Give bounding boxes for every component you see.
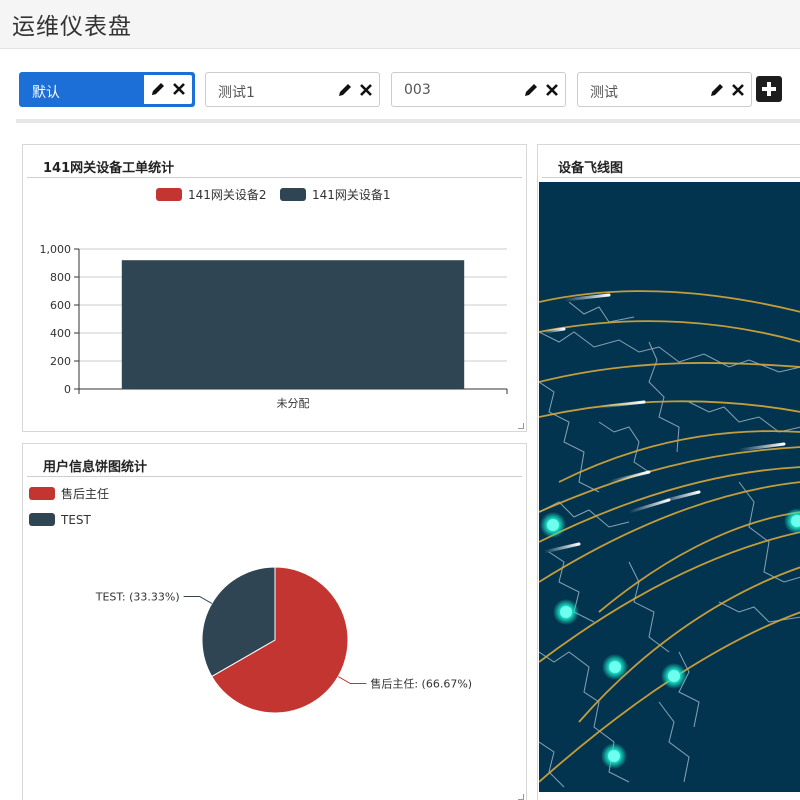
divider [16,119,800,123]
close-icon[interactable] [357,81,375,99]
pencil-icon[interactable] [149,80,167,98]
close-icon[interactable] [729,81,747,99]
close-icon[interactable] [543,81,561,99]
dashboard-tabs: 默认 测试1 003 测试 [0,72,800,108]
pie-label: TEST: (33.33%) [95,590,180,603]
y-tick-label: 600 [50,299,71,312]
device-flight-map-panel: 设备飞线图 [537,144,800,800]
y-tick-label: 1,000 [40,243,72,256]
tab-actions [144,75,192,104]
close-icon[interactable] [170,80,188,98]
legend-label[interactable]: 售后主任 [61,486,109,501]
tab-label: 003 [404,82,431,98]
tab-test1[interactable]: 测试1 [205,72,380,107]
flight-map[interactable] [539,182,800,792]
panel-title: 用户信息饼图统计 [43,460,148,475]
plus-icon [762,82,776,96]
legend-swatch[interactable] [280,188,306,201]
pencil-icon[interactable] [522,81,540,99]
pie-label-line [183,595,213,604]
y-tick-label: 0 [64,383,71,396]
tab-label: 测试1 [218,85,255,101]
map-background [539,182,800,792]
legend-label[interactable]: 141网关设备2 [188,188,267,202]
pencil-icon[interactable] [336,81,354,99]
tab-default[interactable]: 默认 [19,72,195,107]
legend-label[interactable]: 141网关设备1 [312,188,391,202]
legend-swatch[interactable] [29,487,55,500]
panel-title: 设备飞线图 [558,161,624,176]
pencil-icon[interactable] [708,81,726,99]
resize-handle[interactable] [518,794,524,800]
page-header: 运维仪表盘 [0,0,800,49]
tab-label: 测试 [590,85,618,101]
tab-003[interactable]: 003 [391,72,566,107]
pie-label: 售后主任: (66.67%) [370,677,472,691]
tab-label: 默认 [32,85,60,101]
panel-title: 141网关设备工单统计 [43,161,175,176]
resize-handle[interactable] [518,423,524,429]
y-tick-label: 200 [50,355,71,368]
pie-chart: 售后主任 TEST 售后主任: (66.67%) TEST: (33.33%) [29,486,472,714]
page-title: 运维仪表盘 [12,14,132,40]
user-info-pie-panel: 用户信息饼图统计 售后主任 TEST 售后主任: (66.67%) TEST: (33… [22,443,527,800]
add-tab-button[interactable] [756,76,782,102]
gateway-ticket-panel: 141网关设备工单统计 141网关设备2 141网关设备1 0 200 400 600 80… [22,144,527,432]
tab-test[interactable]: 测试 [577,72,752,107]
panel-title-divider [27,476,522,477]
bar[interactable] [121,260,465,389]
y-tick-label: 800 [50,271,71,284]
panel-title-divider [542,177,800,178]
panel-title-divider [27,177,522,178]
bar-chart: 141网关设备2 141网关设备1 0 200 400 600 800 1,000 未分配 [40,188,508,410]
legend-swatch[interactable] [156,188,182,201]
x-tick-label: 未分配 [277,397,310,410]
y-tick-label: 400 [50,327,71,340]
legend-swatch[interactable] [29,513,55,526]
legend-label[interactable]: TEST [60,513,92,527]
pie-label-line [337,676,367,685]
